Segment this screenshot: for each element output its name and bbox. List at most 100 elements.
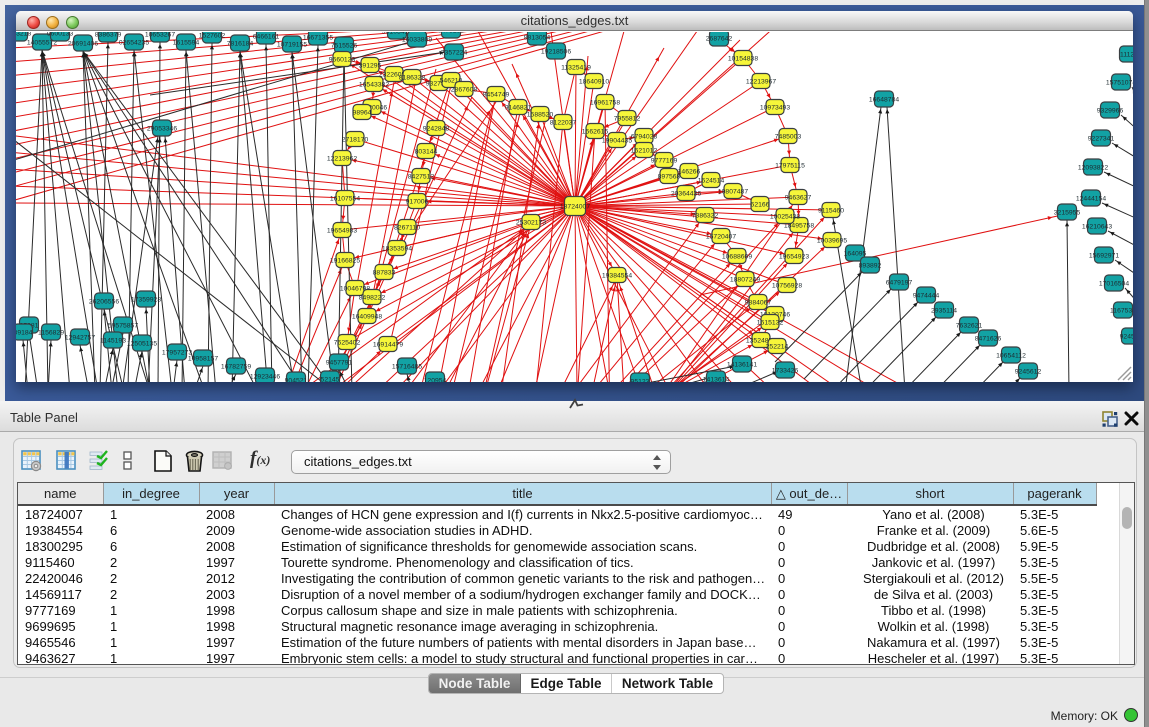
svg-text:9777169: 9777169 bbox=[651, 158, 678, 165]
svg-text:15692971: 15692971 bbox=[1089, 253, 1119, 260]
svg-text:11124: 11124 bbox=[1120, 52, 1133, 59]
svg-text:10039695: 10039695 bbox=[817, 238, 847, 245]
svg-text:10654112: 10654112 bbox=[996, 353, 1026, 360]
svg-text:8471626: 8471626 bbox=[975, 336, 1002, 343]
svg-text:16210643: 16210643 bbox=[1082, 224, 1112, 231]
svg-text:9329966: 9329966 bbox=[1097, 108, 1124, 115]
svg-text:8267110: 8267110 bbox=[394, 225, 420, 232]
svg-text:1145193: 1145193 bbox=[100, 338, 126, 345]
svg-text:10154838: 10154838 bbox=[728, 56, 758, 63]
svg-text:6475255: 6475255 bbox=[438, 32, 465, 35]
svg-text:8186328: 8186328 bbox=[399, 75, 426, 82]
svg-text:16107554: 16107554 bbox=[330, 196, 360, 203]
svg-text:18807249: 18807249 bbox=[730, 277, 760, 284]
svg-text:7515526: 7515526 bbox=[331, 43, 358, 50]
svg-text:917006: 917006 bbox=[406, 199, 429, 206]
svg-text:8498222: 8498222 bbox=[359, 295, 386, 302]
svg-text:10958157: 10958157 bbox=[188, 356, 218, 363]
svg-text:15751074: 15751074 bbox=[1106, 80, 1133, 87]
svg-text:1615594: 1615594 bbox=[173, 40, 200, 47]
svg-text:9457791: 9457791 bbox=[326, 360, 353, 367]
svg-text:14136141: 14136141 bbox=[727, 362, 757, 369]
svg-text:11325419: 11325419 bbox=[561, 65, 591, 72]
svg-text:16914479: 16914479 bbox=[373, 342, 403, 349]
svg-text:17975115: 17975115 bbox=[775, 163, 805, 170]
svg-text:26206556: 26206556 bbox=[89, 299, 119, 306]
svg-text:29053346: 29053346 bbox=[147, 126, 177, 133]
svg-text:9115460: 9115460 bbox=[818, 208, 844, 215]
svg-text:10719155: 10719155 bbox=[277, 42, 307, 49]
svg-text:893892: 893892 bbox=[859, 263, 882, 270]
svg-text:16961758: 16961758 bbox=[590, 100, 620, 107]
svg-text:391295: 391295 bbox=[359, 63, 382, 70]
svg-text:120954: 120954 bbox=[424, 378, 447, 383]
svg-text:1413614: 1413614 bbox=[703, 377, 730, 383]
svg-text:10025438: 10025438 bbox=[770, 214, 800, 221]
svg-text:164095: 164095 bbox=[844, 251, 867, 258]
svg-text:9146821: 9146821 bbox=[505, 105, 532, 112]
svg-text:16782759: 16782759 bbox=[221, 364, 251, 371]
svg-text:39184: 39184 bbox=[16, 330, 33, 337]
svg-text:9242848: 9242848 bbox=[423, 126, 450, 133]
svg-text:6479197: 6479197 bbox=[886, 280, 913, 287]
svg-text:12093822: 12093822 bbox=[1078, 165, 1108, 172]
svg-text:16543382: 16543382 bbox=[359, 82, 389, 89]
svg-text:16671355: 16671355 bbox=[303, 35, 333, 42]
svg-text:10973493: 10973493 bbox=[760, 105, 790, 112]
svg-text:0433218: 0433218 bbox=[16, 32, 31, 38]
svg-text:9463627: 9463627 bbox=[785, 195, 812, 202]
svg-text:12444154: 12444154 bbox=[1076, 196, 1106, 203]
svg-text:9884067: 9884067 bbox=[745, 300, 772, 307]
svg-text:924501: 924501 bbox=[1120, 334, 1133, 341]
svg-text:2935114: 2935114 bbox=[931, 308, 957, 315]
svg-text:19166825: 19166825 bbox=[330, 258, 360, 265]
svg-text:20691406: 20691406 bbox=[68, 41, 98, 48]
svg-text:25302173: 25302173 bbox=[516, 220, 546, 227]
svg-text:8386379: 8386379 bbox=[95, 32, 122, 39]
svg-text:95123: 95123 bbox=[631, 379, 650, 383]
svg-text:19218506: 19218506 bbox=[541, 49, 571, 56]
svg-text:252214: 252214 bbox=[766, 344, 789, 351]
svg-text:18640910: 18640910 bbox=[579, 79, 609, 86]
svg-text:7632621: 7632621 bbox=[956, 323, 983, 330]
svg-text:02654235: 02654235 bbox=[119, 40, 149, 47]
svg-text:8813054: 8813054 bbox=[524, 35, 551, 42]
svg-text:19904435: 19904435 bbox=[602, 138, 632, 145]
svg-text:887833: 887833 bbox=[373, 270, 396, 277]
svg-text:7625402: 7625402 bbox=[334, 340, 361, 347]
svg-text:16648784: 16648784 bbox=[869, 97, 899, 104]
svg-text:1733426: 1733426 bbox=[772, 368, 799, 375]
svg-text:15716485: 15716485 bbox=[392, 364, 422, 371]
svg-text:8122037: 8122037 bbox=[550, 120, 577, 127]
svg-text:2718170: 2718170 bbox=[342, 137, 369, 144]
svg-text:98964: 98964 bbox=[353, 110, 372, 117]
svg-text:17359928: 17359928 bbox=[131, 297, 161, 304]
svg-text:12213967: 12213967 bbox=[746, 79, 776, 86]
svg-text:20364436: 20364436 bbox=[671, 191, 701, 198]
svg-text:10756928: 10756928 bbox=[772, 283, 802, 290]
svg-text:7386322: 7386322 bbox=[692, 213, 719, 220]
svg-text:2867608: 2867608 bbox=[451, 87, 478, 94]
svg-text:7485003: 7485003 bbox=[775, 134, 802, 141]
svg-text:1615132: 1615132 bbox=[757, 320, 784, 327]
svg-text:3215955: 3215955 bbox=[1054, 210, 1081, 217]
svg-text:8427512: 8427512 bbox=[408, 174, 435, 181]
svg-text:9660123: 9660123 bbox=[329, 57, 356, 64]
svg-text:1156829: 1156829 bbox=[38, 330, 64, 337]
svg-text:1624514: 1624514 bbox=[698, 178, 725, 185]
svg-text:19654923: 19654923 bbox=[779, 254, 809, 261]
svg-text:12505135: 12505135 bbox=[127, 341, 157, 348]
svg-text:10653267: 10653267 bbox=[145, 32, 175, 39]
svg-text:897568: 897568 bbox=[658, 174, 681, 181]
svg-text:17016504: 17016504 bbox=[1099, 281, 1129, 288]
svg-text:16409948: 16409948 bbox=[352, 314, 382, 321]
svg-text:7816184: 7816184 bbox=[227, 41, 254, 48]
svg-text:19654983: 19654983 bbox=[327, 228, 357, 235]
svg-text:1167534: 1167534 bbox=[1110, 308, 1133, 315]
svg-text:7357224: 7357224 bbox=[441, 50, 468, 57]
svg-text:1527602: 1527602 bbox=[199, 33, 226, 40]
svg-text:2687642: 2687642 bbox=[706, 36, 733, 43]
svg-text:12923446: 12923446 bbox=[250, 374, 280, 381]
svg-text:9245612: 9245612 bbox=[1015, 369, 1042, 376]
svg-text:52145: 52145 bbox=[321, 377, 340, 383]
